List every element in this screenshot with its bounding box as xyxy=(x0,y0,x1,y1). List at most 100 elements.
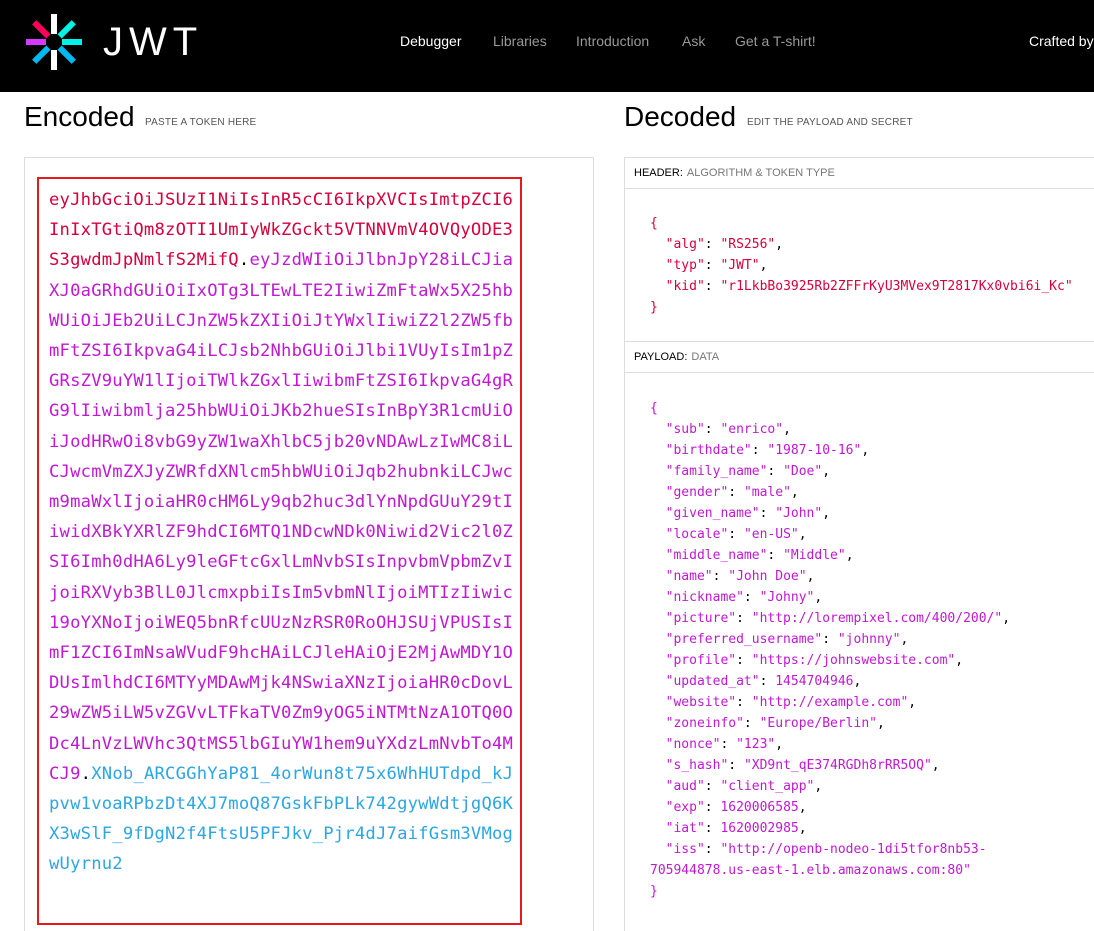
payload-json-line: "profile": "https://johnswebsite.com", xyxy=(650,650,1010,671)
header-json-line: "alg": "RS256", xyxy=(650,234,1073,255)
payload-json-key: "locale" xyxy=(650,527,729,542)
payload-json-value: "male" xyxy=(743,485,791,500)
payload-json-line: "preferred_username": "johnny", xyxy=(650,629,1010,650)
payload-json-comma: , xyxy=(861,443,870,458)
nav-debugger[interactable]: Debugger xyxy=(400,32,462,50)
payload-json-colon: : xyxy=(704,842,721,857)
payload-json-value: "John" xyxy=(775,506,823,521)
payload-json-key: "updated_at" xyxy=(650,674,760,689)
payload-json-value: "1987-10-16" xyxy=(767,443,862,458)
payload-json-comma: , xyxy=(783,422,791,437)
header-json-value: "JWT" xyxy=(720,258,760,273)
payload-json-line: "updated_at": 1454704946, xyxy=(650,671,1010,692)
payload-json-line: "picture": "http://lorempixel.com/400/20… xyxy=(650,608,1010,629)
payload-json-comma: , xyxy=(798,800,807,815)
payload-json-key: "given_name" xyxy=(650,506,760,521)
payload-json-colon: : xyxy=(767,548,784,563)
payload-json-comma: , xyxy=(790,485,799,500)
nav-libraries[interactable]: Libraries xyxy=(493,32,547,50)
payload-json-value: "client_app" xyxy=(720,779,815,794)
encoded-token-editor[interactable]: eyJhbGciOiJSUzI1NiIsInR5cCI6IkpXVCIsImtp… xyxy=(37,177,522,925)
payload-json-value: 1620006585 xyxy=(720,800,799,815)
payload-json-colon: : xyxy=(759,506,776,521)
payload-json-value: "en-US" xyxy=(743,527,799,542)
payload-json-colon: : xyxy=(728,485,744,500)
payload-json-key: "s_hash" xyxy=(650,758,729,773)
payload-json-value: "Europe/Berlin" xyxy=(759,716,877,731)
payload-json-colon: : xyxy=(704,800,721,815)
payload-json-key: "family_name" xyxy=(650,464,768,479)
payload-json-colon: : xyxy=(736,611,752,626)
payload-json-key: "birthdate" xyxy=(650,443,752,458)
payload-json-line: "s_hash": "XD9nt_qE374RGDh8rRR5OQ", xyxy=(650,755,1010,776)
header-sublabel: ALGORITHM & TOKEN TYPE xyxy=(686,167,835,179)
payload-json-key: "iat" xyxy=(650,821,705,836)
payload-json-line: "name": "John Doe", xyxy=(650,566,1010,587)
payload-json-comma: , xyxy=(908,695,917,710)
encoded-token-text[interactable]: eyJhbGciOiJSUzI1NiIsInR5cCI6IkpXVCIsImtp… xyxy=(49,185,519,880)
payload-json-colon: : xyxy=(743,590,760,605)
payload-json-value: "https://johnswebsite.com" xyxy=(751,653,956,668)
payload-json-line: "given_name": "John", xyxy=(650,503,1010,524)
payload-json-value: 1620002985 xyxy=(720,821,799,836)
header-label: HEADER: xyxy=(634,167,683,179)
header-json-editor[interactable]: { "alg": "RS256", "typ": "JWT", "kid": "… xyxy=(650,213,1073,318)
payload-json-line: "nonce": "123", xyxy=(650,734,1010,755)
jwt-logo-icon[interactable] xyxy=(24,12,84,72)
payload-json-key: "name" xyxy=(650,569,713,584)
payload-json-colon: : xyxy=(759,674,776,689)
payload-json-comma: , xyxy=(822,506,831,521)
payload-json-colon: : xyxy=(704,821,721,836)
payload-json-key: "nonce" xyxy=(650,737,721,752)
payload-json-key: "exp" xyxy=(650,800,705,815)
payload-json-key: "website" xyxy=(650,695,737,710)
payload-json-comma: , xyxy=(900,632,909,647)
header-json-line: "kid": "r1LkbBo3925Rb2ZFFrKyU3MVex9T2817… xyxy=(650,276,1073,297)
nav-introduction[interactable]: Introduction xyxy=(576,32,649,50)
crafted-by-link[interactable]: Crafted by xyxy=(1029,32,1094,50)
payload-json-line: "website": "http://example.com", xyxy=(650,692,1010,713)
payload-json-line: "aud": "client_app", xyxy=(650,776,1010,797)
payload-json-colon: : xyxy=(720,737,737,752)
payload-json-value: "http://lorempixel.com/400/200/" xyxy=(751,611,1003,626)
payload-json-comma: , xyxy=(775,737,784,752)
nav-get-tshirt[interactable]: Get a T-shirt! xyxy=(735,32,816,50)
payload-json-colon: : xyxy=(736,695,752,710)
payload-json-colon: : xyxy=(704,779,721,794)
payload-json-line: "family_name": "Doe", xyxy=(650,461,1010,482)
payload-json-value: "Johny" xyxy=(759,590,815,605)
payload-json-comma: , xyxy=(955,653,964,668)
token-dot-1: . xyxy=(238,250,250,271)
payload-json-editor[interactable]: { "sub": "enrico", "birthdate": "1987-10… xyxy=(650,398,1010,902)
header-json-open-brace: { xyxy=(650,216,658,231)
payload-json-value: "123" xyxy=(736,737,776,752)
payload-json-colon: : xyxy=(751,443,768,458)
payload-json-line: "iat": 1620002985, xyxy=(650,818,1010,839)
payload-json-open-brace: { xyxy=(650,401,658,416)
encoded-subtitle: PASTE A TOKEN HERE xyxy=(145,117,257,128)
payload-json-key: "picture" xyxy=(650,611,737,626)
header-json-key: "typ" xyxy=(650,258,705,273)
payload-label: PAYLOAD: xyxy=(634,351,688,363)
payload-json-colon: : xyxy=(767,464,784,479)
payload-json-colon: : xyxy=(743,716,760,731)
payload-json-key: "zoneinfo" xyxy=(650,716,744,731)
payload-json-value: "John Doe" xyxy=(728,569,807,584)
token-dot-2: . xyxy=(80,763,92,784)
payload-json-colon: : xyxy=(822,632,838,647)
token-payload-segment: eyJzdWIiOiJlbnJpY28iLCJiaXJ0aGRhdGUiOiIx… xyxy=(49,250,514,784)
payload-json-value: "Middle" xyxy=(783,548,846,563)
header-section-label: HEADER: ALGORITHM & TOKEN TYPE xyxy=(624,157,1094,189)
payload-json-comma: , xyxy=(822,464,831,479)
header-json-value: "RS256" xyxy=(720,237,776,252)
payload-json-colon: : xyxy=(728,758,744,773)
payload-json-line: "zoneinfo": "Europe/Berlin", xyxy=(650,713,1010,734)
header-json-comma: , xyxy=(759,258,768,273)
decoded-title: Decoded xyxy=(624,101,737,132)
nav-ask[interactable]: Ask xyxy=(682,32,705,50)
payload-json-value: 1454704946 xyxy=(775,674,854,689)
payload-sublabel: DATA xyxy=(691,351,720,363)
payload-json-key: "gender" xyxy=(650,485,729,500)
brand-name[interactable]: JWT xyxy=(103,22,203,62)
header-json-value: "r1LkbBo3925Rb2ZFFrKyU3MVex9T2817Kx0vbi6… xyxy=(720,279,1073,294)
